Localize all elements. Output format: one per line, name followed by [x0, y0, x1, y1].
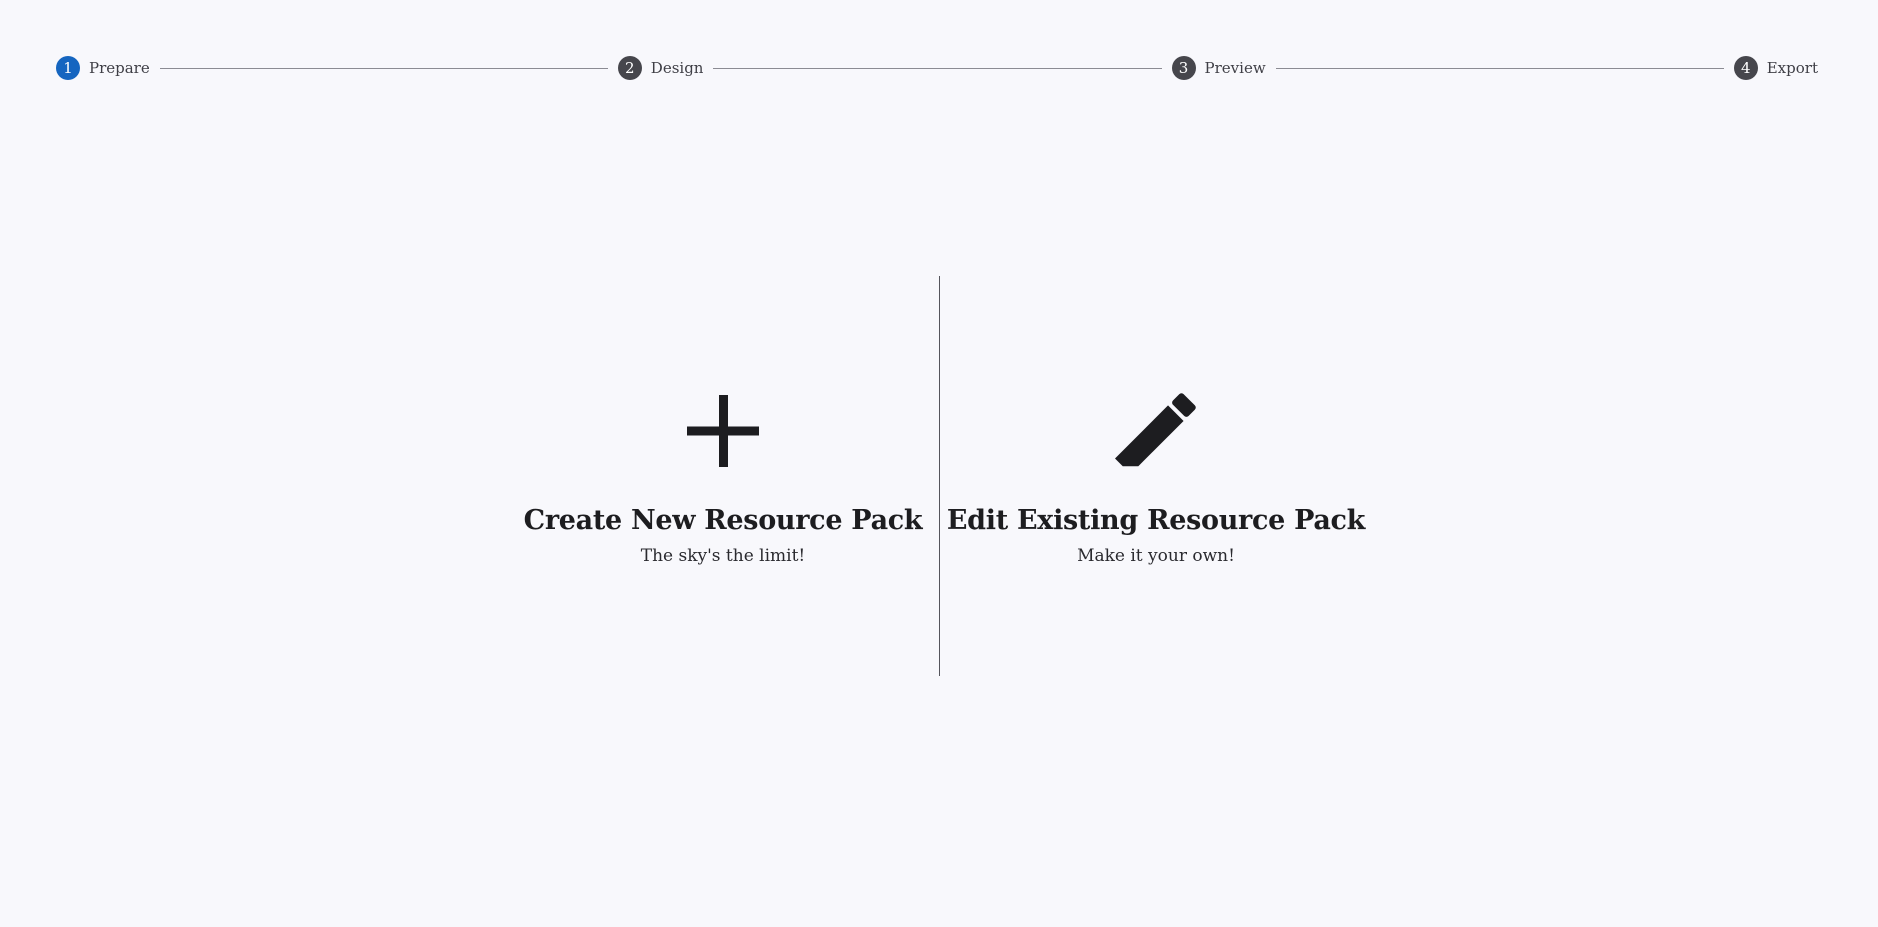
start-options: Create New Resource Pack The sky's the l…	[0, 0, 1878, 927]
pencil-icon	[1114, 393, 1196, 467]
create-option-title: Create New Resource Pack	[523, 505, 923, 536]
create-option-subtitle: The sky's the limit!	[640, 546, 806, 566]
vertical-divider	[939, 276, 940, 676]
create-new-pack-button[interactable]: Create New Resource Pack The sky's the l…	[513, 385, 933, 585]
edit-option-title: Edit Existing Resource Pack	[946, 505, 1366, 536]
plus-icon	[687, 395, 759, 467]
edit-existing-pack-button[interactable]: Edit Existing Resource Pack Make it your…	[946, 385, 1366, 585]
edit-option-subtitle: Make it your own!	[1077, 546, 1235, 566]
